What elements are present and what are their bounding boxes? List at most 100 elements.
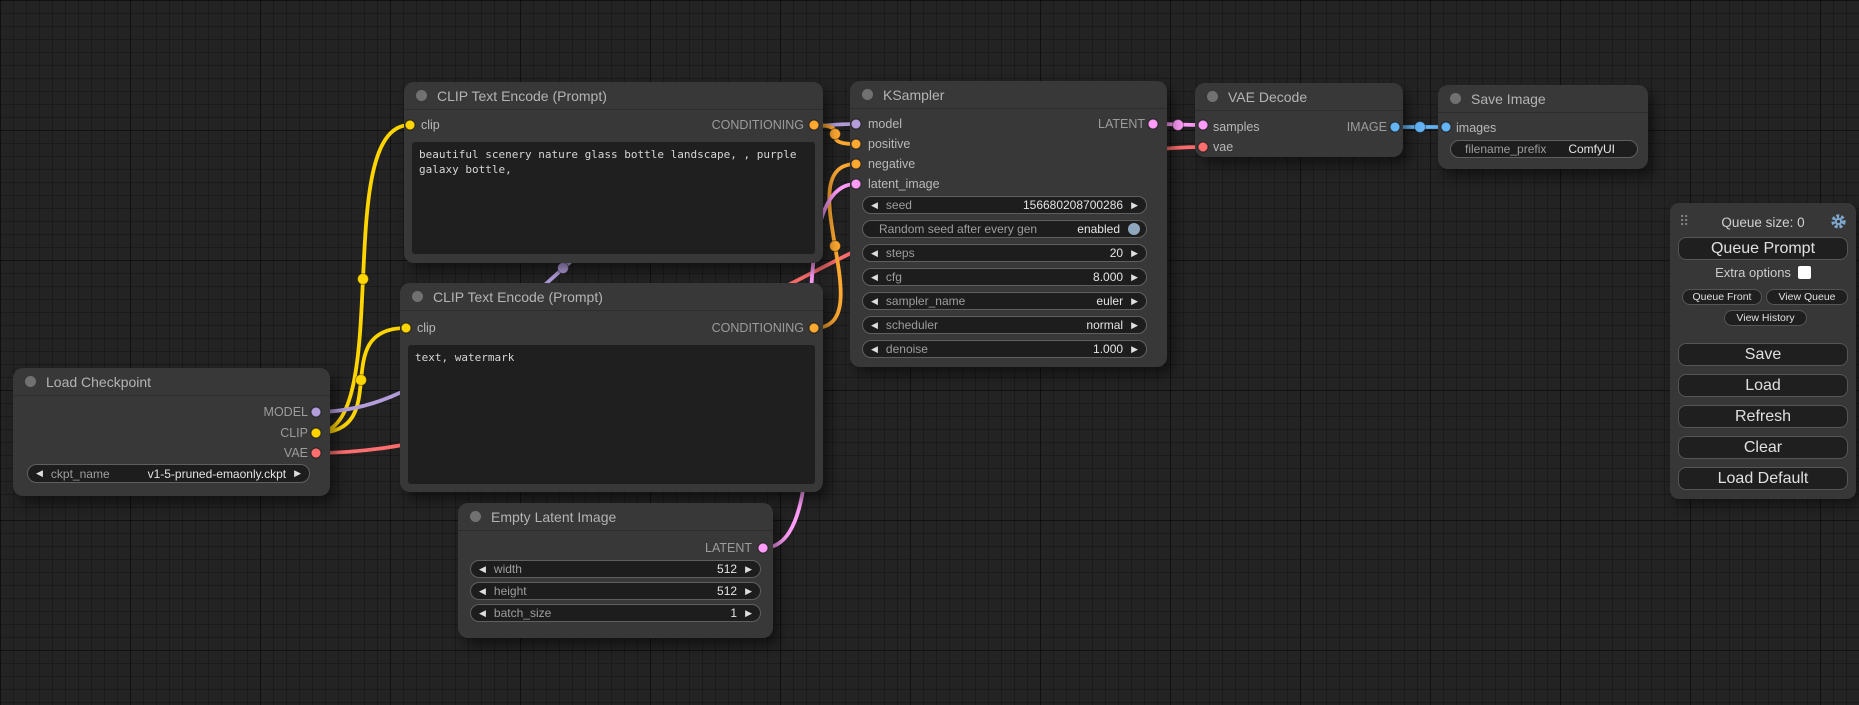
steps-widget[interactable]: ◀ steps 20 ▶: [862, 244, 1147, 262]
widget-value: 156680208700286: [1023, 198, 1123, 212]
port-model-output[interactable]: [311, 407, 321, 417]
node-clip-text-encode-negative[interactable]: CLIP Text Encode (Prompt) clip CONDITION…: [400, 283, 823, 492]
output-label-image: IMAGE: [1347, 120, 1387, 134]
stepper-right-icon[interactable]: ▶: [1131, 297, 1138, 306]
extra-options-checkbox[interactable]: [1798, 266, 1811, 279]
link-dot-positive[interactable]: [830, 129, 841, 140]
sampler-name-widget[interactable]: ◀ sampler_name euler ▶: [862, 292, 1147, 310]
stepper-right-icon[interactable]: ▶: [1131, 249, 1138, 258]
positive-prompt-textarea[interactable]: beautiful scenery nature glass bottle la…: [412, 142, 815, 254]
scheduler-widget[interactable]: ◀ scheduler normal ▶: [862, 316, 1147, 334]
node-title: VAE Decode: [1228, 89, 1307, 105]
port-conditioning-output-positive[interactable]: [809, 120, 819, 130]
collapse-dot[interactable]: [416, 90, 427, 101]
widget-value: 512: [717, 584, 737, 598]
clear-button[interactable]: Clear: [1678, 436, 1848, 459]
link-dot-image[interactable]: [1415, 122, 1426, 133]
stepper-left-icon[interactable]: ◀: [871, 273, 878, 282]
stepper-left-icon[interactable]: ◀: [871, 201, 878, 210]
port-samples-input[interactable]: [1198, 120, 1208, 130]
port-vae-output[interactable]: [311, 448, 321, 458]
view-history-button[interactable]: View History: [1724, 310, 1807, 326]
widget-label: seed: [886, 198, 912, 212]
node-clip-text-encode-positive[interactable]: CLIP Text Encode (Prompt) clip CONDITION…: [404, 82, 823, 263]
port-images-input[interactable]: [1441, 122, 1451, 132]
stepper-left-icon[interactable]: ◀: [479, 609, 486, 618]
gear-icon[interactable]: [1830, 213, 1847, 230]
stepper-right-icon[interactable]: ▶: [745, 565, 752, 574]
queue-front-button[interactable]: Queue Front: [1682, 289, 1762, 305]
widget-label: filename_prefix: [1465, 142, 1546, 156]
stepper-left-icon[interactable]: ◀: [479, 587, 486, 596]
refresh-button[interactable]: Refresh: [1678, 405, 1848, 428]
port-positive-input[interactable]: [851, 139, 861, 149]
stepper-left-icon[interactable]: ◀: [871, 249, 878, 258]
stepper-right-icon[interactable]: ▶: [1131, 273, 1138, 282]
port-latent-image-input[interactable]: [851, 179, 861, 189]
node-load-checkpoint[interactable]: Load Checkpoint MODEL CLIP VAE ◀ ckpt_na…: [13, 368, 330, 496]
stepper-right-icon[interactable]: ▶: [745, 587, 752, 596]
random-seed-toggle-widget[interactable]: Random seed after every gen enabled: [862, 220, 1147, 238]
widget-value: 8.000: [1093, 270, 1123, 284]
denoise-widget[interactable]: ◀ denoise 1.000 ▶: [862, 340, 1147, 358]
link-dot-negative[interactable]: [830, 241, 841, 252]
widget-label: sampler_name: [886, 294, 965, 308]
collapse-dot[interactable]: [412, 291, 423, 302]
width-widget[interactable]: ◀ width 512 ▶: [470, 560, 761, 578]
port-conditioning-output-negative[interactable]: [809, 323, 819, 333]
cfg-widget[interactable]: ◀ cfg 8.000 ▶: [862, 268, 1147, 286]
port-image-output[interactable]: [1390, 122, 1400, 132]
link-dot-clip-positive[interactable]: [358, 274, 369, 285]
stepper-left-icon[interactable]: ◀: [479, 565, 486, 574]
port-latent-output-empty[interactable]: [758, 543, 768, 553]
comfyui-canvas[interactable]: { "colors": { "model": "#B39DDB", "clip"…: [0, 0, 1859, 705]
port-model-input[interactable]: [851, 119, 861, 129]
port-clip-output[interactable]: [311, 428, 321, 438]
output-label-latent: LATENT: [1098, 117, 1145, 131]
node-vae-decode[interactable]: VAE Decode samples vae IMAGE: [1195, 83, 1403, 157]
link-dot-latent-samples[interactable]: [1173, 120, 1184, 131]
port-latent-output-ksampler[interactable]: [1148, 119, 1158, 129]
stepper-right-icon[interactable]: ▶: [1131, 345, 1138, 354]
collapse-dot[interactable]: [862, 89, 873, 100]
negative-prompt-textarea[interactable]: text, watermark: [408, 345, 815, 484]
save-button[interactable]: Save: [1678, 343, 1848, 366]
stepper-left-icon[interactable]: ◀: [36, 469, 43, 478]
view-queue-button[interactable]: View Queue: [1766, 289, 1848, 305]
stepper-right-icon[interactable]: ▶: [1131, 321, 1138, 330]
port-negative-input[interactable]: [851, 159, 861, 169]
node-empty-latent-image[interactable]: Empty Latent Image LATENT ◀ width 512 ▶ …: [458, 503, 773, 638]
link-dot-model[interactable]: [558, 263, 569, 274]
stepper-left-icon[interactable]: ◀: [871, 321, 878, 330]
collapse-dot[interactable]: [25, 376, 36, 387]
widget-label: Random seed after every gen: [879, 222, 1037, 236]
collapse-dot[interactable]: [1450, 93, 1461, 104]
load-default-button[interactable]: Load Default: [1678, 467, 1848, 490]
height-widget[interactable]: ◀ height 512 ▶: [470, 582, 761, 600]
toggle-dot[interactable]: [1128, 223, 1140, 235]
port-clip-input-negative[interactable]: [401, 323, 411, 333]
queue-size-label: Queue size: 0: [1670, 215, 1856, 230]
output-label-latent: LATENT: [705, 541, 752, 555]
ckpt-name-widget[interactable]: ◀ ckpt_name v1-5-pruned-emaonly.ckpt ▶: [27, 464, 310, 483]
seed-widget[interactable]: ◀ seed 156680208700286 ▶: [862, 196, 1147, 214]
stepper-right-icon[interactable]: ▶: [1131, 201, 1138, 210]
queue-prompt-button[interactable]: Queue Prompt: [1678, 237, 1848, 260]
node-title: Empty Latent Image: [491, 509, 616, 525]
link-dot-clip-negative[interactable]: [356, 375, 367, 386]
stepper-left-icon[interactable]: ◀: [871, 297, 878, 306]
filename-prefix-widget[interactable]: filename_prefix ComfyUI: [1450, 140, 1638, 158]
stepper-right-icon[interactable]: ▶: [745, 609, 752, 618]
port-clip-input-positive[interactable]: [405, 120, 415, 130]
load-button[interactable]: Load: [1678, 374, 1848, 397]
collapse-dot[interactable]: [470, 511, 481, 522]
collapse-dot[interactable]: [1207, 91, 1218, 102]
batch-size-widget[interactable]: ◀ batch_size 1 ▶: [470, 604, 761, 622]
queue-panel: ⠿ Queue size: 0 Queue Prompt Extra optio…: [1670, 203, 1856, 499]
stepper-left-icon[interactable]: ◀: [871, 345, 878, 354]
widget-label: width: [494, 562, 522, 576]
node-ksampler[interactable]: KSampler model positive negative latent_…: [850, 81, 1167, 367]
port-vae-input[interactable]: [1198, 142, 1208, 152]
node-save-image[interactable]: Save Image images filename_prefix ComfyU…: [1438, 85, 1648, 169]
stepper-right-icon[interactable]: ▶: [294, 469, 301, 478]
